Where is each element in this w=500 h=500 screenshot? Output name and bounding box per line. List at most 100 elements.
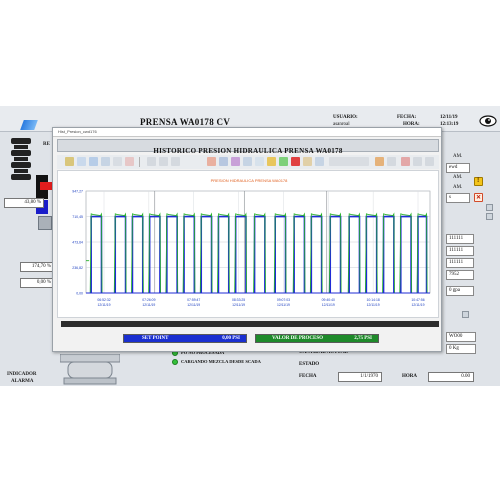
fecha-value: 12/11/19 bbox=[440, 115, 458, 120]
x-tick-time: 10:14:18 bbox=[367, 298, 380, 302]
right-lower-field-2: 0 Kg bbox=[446, 344, 476, 354]
right-label-1: AM. bbox=[453, 154, 463, 159]
mini-button-2[interactable] bbox=[486, 213, 493, 220]
reset-zoom-icon[interactable] bbox=[113, 157, 122, 166]
scissors-icon[interactable] bbox=[125, 157, 134, 166]
mini-button-3[interactable] bbox=[462, 311, 469, 318]
right-label-2: AM. bbox=[453, 175, 463, 180]
x-tick-time: 10:47:56 bbox=[411, 298, 424, 302]
select-tool-icon[interactable] bbox=[65, 157, 74, 166]
right-field-5: 111111 bbox=[446, 258, 474, 268]
trend-chart[interactable]: PRESION HIDRAULICA PRENSA WA0178 947,27 7… bbox=[57, 170, 439, 318]
press-stack-icon bbox=[11, 138, 31, 180]
toolbar-separator bbox=[139, 157, 140, 167]
tool-icon-1[interactable] bbox=[147, 157, 156, 166]
fecha-label: FECHA: bbox=[397, 115, 417, 120]
tool-icon-6[interactable] bbox=[425, 157, 434, 166]
x-tick-time: 06:52:32 bbox=[97, 298, 110, 302]
x-tick-time: 09:07:03 bbox=[277, 298, 290, 302]
print-icon[interactable] bbox=[303, 157, 312, 166]
valor-proceso-box: VALOR DE PROCESO 2,75 PSI bbox=[255, 334, 379, 343]
status-item-2: CARGANDO MEZCLA DESDE SCADA bbox=[172, 359, 261, 365]
side-label-re: RE bbox=[43, 142, 50, 147]
fecha-bottom-label: FECHA bbox=[299, 374, 317, 379]
x-tick-time: 07:26:09 bbox=[142, 298, 155, 302]
tool-icon-4[interactable] bbox=[315, 157, 324, 166]
x-tick-time: 09:40:40 bbox=[322, 298, 335, 302]
y-tick-label: 473,64 bbox=[72, 241, 83, 245]
chart-toolbar bbox=[57, 155, 439, 169]
alarma-label: ALARMA bbox=[11, 379, 34, 384]
chart-title: PRESION HIDRAULICA PRENSA WA0178 bbox=[211, 178, 289, 183]
prev-icon[interactable] bbox=[375, 157, 384, 166]
next-icon[interactable] bbox=[387, 157, 396, 166]
stop-icon[interactable] bbox=[401, 157, 410, 166]
folder-icon[interactable] bbox=[267, 157, 276, 166]
record-icon[interactable] bbox=[207, 157, 216, 166]
value-percent-3: 0,00 % bbox=[20, 278, 54, 288]
x-tick-date: 12/11/19 bbox=[277, 303, 290, 307]
right-field-3: 111111 bbox=[446, 234, 474, 244]
warning-icon[interactable] bbox=[474, 177, 483, 186]
brand-logo bbox=[2, 113, 38, 130]
chart-footer-bar bbox=[61, 321, 439, 327]
hora-bottom-label: HORA bbox=[402, 374, 417, 379]
valor-proceso-label: VALOR DE PROCESO bbox=[272, 336, 324, 341]
fecha-bottom-value: 1/1/1970 bbox=[338, 372, 382, 382]
time-range-field[interactable] bbox=[329, 157, 369, 166]
indicator-red bbox=[40, 182, 52, 190]
x-tick-date: 12/11/19 bbox=[142, 303, 155, 307]
right-field-4: 111111 bbox=[446, 246, 474, 256]
right-field-6: 7952 bbox=[446, 270, 474, 280]
copy-icon[interactable] bbox=[255, 157, 264, 166]
popup-header-title: HISTORICO PRESION HIDRAULICA PRENSA WA01… bbox=[153, 147, 343, 155]
export-icon[interactable] bbox=[279, 157, 288, 166]
zoom-box-icon[interactable] bbox=[101, 157, 110, 166]
status-dot-icon bbox=[172, 359, 178, 365]
hora-value: 12:13:19 bbox=[440, 122, 459, 127]
x-tick-date: 12/11/19 bbox=[232, 303, 245, 307]
y-tick-label: 236,82 bbox=[72, 266, 83, 270]
tool-icon-3[interactable] bbox=[171, 157, 180, 166]
x-tick-date: 12/11/19 bbox=[322, 303, 335, 307]
settings-icon[interactable] bbox=[231, 157, 240, 166]
historical-popup-window[interactable]: Hist_Presion_cwd176 HISTORICO PRESION HI… bbox=[52, 127, 442, 352]
pan-tool-icon[interactable] bbox=[77, 157, 86, 166]
mini-button-1[interactable] bbox=[486, 204, 493, 211]
x-tick-time: 08:33:25 bbox=[232, 298, 245, 302]
value-percent-1: 43,80 % bbox=[4, 198, 44, 208]
screen: PRENSA WA0178 CV USUARIO: asanroal FECHA… bbox=[0, 0, 500, 500]
tool-icon-5[interactable] bbox=[413, 157, 422, 166]
y-tick-label: 0,00 bbox=[76, 292, 83, 296]
x-tick-date: 12/11/19 bbox=[367, 303, 380, 307]
estado-label: ESTADO bbox=[299, 362, 320, 367]
x-tick-date: 12/11/19 bbox=[98, 303, 111, 307]
error-icon[interactable] bbox=[474, 193, 483, 202]
trend-chart-svg: PRESION HIDRAULICA PRENSA WA0178 947,27 7… bbox=[72, 178, 431, 307]
popup-header: HISTORICO PRESION HIDRAULICA PRENSA WA01… bbox=[57, 139, 439, 155]
press-base-shape bbox=[60, 354, 120, 385]
right-field-1: ewd bbox=[446, 163, 470, 173]
right-field-2: s bbox=[446, 193, 470, 203]
zoom-tool-icon[interactable] bbox=[89, 157, 98, 166]
tool-icon-2[interactable] bbox=[159, 157, 168, 166]
eye-icon[interactable] bbox=[479, 115, 497, 127]
hora-bottom-value: 0.00 bbox=[428, 372, 474, 382]
page-title: PRENSA WA0178 CV bbox=[140, 117, 231, 127]
status-item-2-text: CARGANDO MEZCLA DESDE SCADA bbox=[181, 359, 261, 365]
x-tick-date: 12/11/19 bbox=[187, 303, 200, 307]
popup-titlebar[interactable]: Hist_Presion_cwd176 bbox=[53, 128, 441, 137]
value-percent-2: 174,70 % bbox=[20, 262, 54, 272]
set-point-label: SET POINT bbox=[142, 336, 169, 341]
usuario-label: USUARIO: bbox=[333, 115, 358, 120]
popup-window-title: Hist_Presion_cwd176 bbox=[58, 129, 97, 134]
chart-type-icon[interactable] bbox=[219, 157, 228, 166]
grid-icon[interactable] bbox=[243, 157, 252, 166]
valor-proceso-value: 2,75 PSI bbox=[354, 336, 372, 341]
right-lower-field-1: WO00 bbox=[446, 332, 476, 342]
x-tick-date: 12/11/19 bbox=[412, 303, 425, 307]
close-x-icon[interactable] bbox=[291, 157, 300, 166]
press-block bbox=[38, 216, 52, 230]
y-tick-label: 947,27 bbox=[72, 190, 83, 194]
indicador-label: INDICADOR bbox=[7, 372, 37, 377]
